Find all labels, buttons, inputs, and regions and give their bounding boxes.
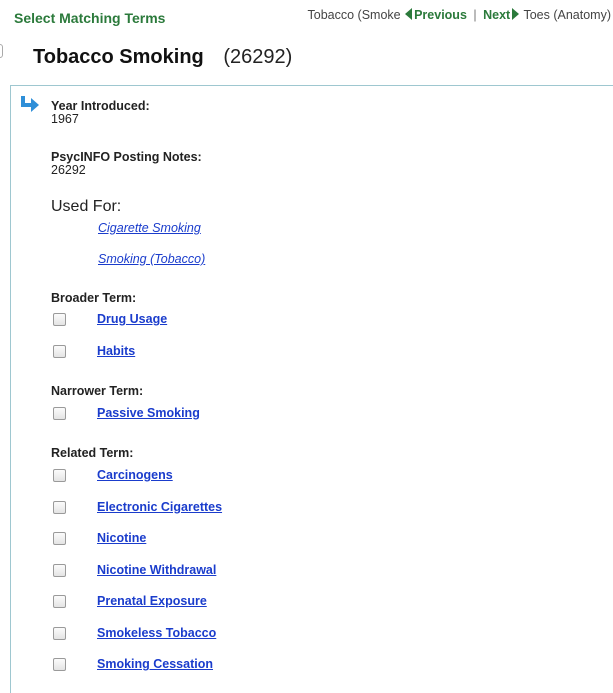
related-term-link[interactable]: Prenatal Exposure <box>97 594 207 608</box>
term-checkbox[interactable] <box>53 627 66 640</box>
broader-term-link[interactable]: Drug Usage <box>97 312 167 326</box>
term-name: Tobacco Smoking <box>33 46 204 68</box>
related-term-link[interactable]: Electronic Cigarettes <box>97 500 222 514</box>
related-term-link[interactable]: Smokeless Tobacco <box>97 626 216 640</box>
used-for-label: Used For: <box>51 198 122 215</box>
term-row: Nicotine Withdrawal <box>51 562 351 580</box>
posting-notes-value: 26292 <box>51 163 86 177</box>
term-row: Carcinogens <box>51 467 351 485</box>
term-row: Smokeless Tobacco <box>51 625 351 643</box>
term-checkbox[interactable] <box>53 469 66 482</box>
term-row: Smoking Cessation <box>51 656 351 674</box>
term-row: Passive Smoking <box>51 405 351 423</box>
year-introduced-value: 1967 <box>51 112 79 126</box>
next-link[interactable]: Next <box>483 8 510 22</box>
term-row: Nicotine <box>51 530 351 548</box>
term-count: (26292) <box>223 46 293 68</box>
previous-link[interactable]: Previous <box>414 8 467 22</box>
chevron-left-icon[interactable] <box>405 8 413 20</box>
term-checkbox[interactable] <box>53 313 66 326</box>
term-row: Prenatal Exposure <box>51 593 351 611</box>
used-for-link[interactable]: Cigarette Smoking <box>98 221 201 235</box>
term-checkbox[interactable] <box>53 658 66 671</box>
select-matching-terms-title: Select Matching Terms <box>14 10 166 26</box>
term-checkbox[interactable] <box>53 532 66 545</box>
narrower-term-label: Narrower Term: <box>51 384 144 398</box>
term-row: Habits <box>51 343 351 361</box>
term-row: Electronic Cigarettes <box>51 499 351 517</box>
next-term-name: Toes (Anatomy) <box>523 8 611 22</box>
chevron-right-icon[interactable] <box>512 8 520 20</box>
page-title: Tobacco Smoking (26292) <box>33 46 292 69</box>
hook-arrow-icon <box>21 96 39 112</box>
edge-handle <box>0 44 3 58</box>
top-bar: Select Matching Terms Tobacco (Smoke Pre… <box>0 0 613 34</box>
posting-notes-section: PsycINFO Posting Notes: 26292 <box>51 150 202 176</box>
term-checkbox[interactable] <box>53 407 66 420</box>
term-row: Drug Usage <box>51 311 351 329</box>
used-for-link[interactable]: Smoking (Tobacco) <box>98 252 205 266</box>
term-details-panel: Year Introduced: 1967 PsycINFO Posting N… <box>10 85 613 693</box>
related-term-label: Related Term: <box>51 446 134 460</box>
term-pager: Tobacco (Smoke Previous | Next Toes (Ana… <box>307 8 611 22</box>
term-checkbox[interactable] <box>53 345 66 358</box>
related-term-link[interactable]: Nicotine <box>97 531 146 545</box>
term-checkbox[interactable] <box>53 564 66 577</box>
previous-term-name: Tobacco (Smoke <box>307 8 401 22</box>
related-term-link[interactable]: Carcinogens <box>97 468 173 482</box>
narrower-term-link[interactable]: Passive Smoking <box>97 406 200 420</box>
year-introduced-label: Year Introduced: <box>51 99 150 113</box>
broader-term-label: Broader Term: <box>51 291 137 305</box>
pager-divider: | <box>473 8 477 22</box>
term-checkbox[interactable] <box>53 595 66 608</box>
related-term-link[interactable]: Nicotine Withdrawal <box>97 563 216 577</box>
term-checkbox[interactable] <box>53 501 66 514</box>
posting-notes-label: PsycINFO Posting Notes: <box>51 150 202 164</box>
year-introduced-section: Year Introduced: 1967 <box>51 99 150 125</box>
broader-term-link[interactable]: Habits <box>97 344 135 358</box>
related-term-link[interactable]: Smoking Cessation <box>97 657 213 671</box>
